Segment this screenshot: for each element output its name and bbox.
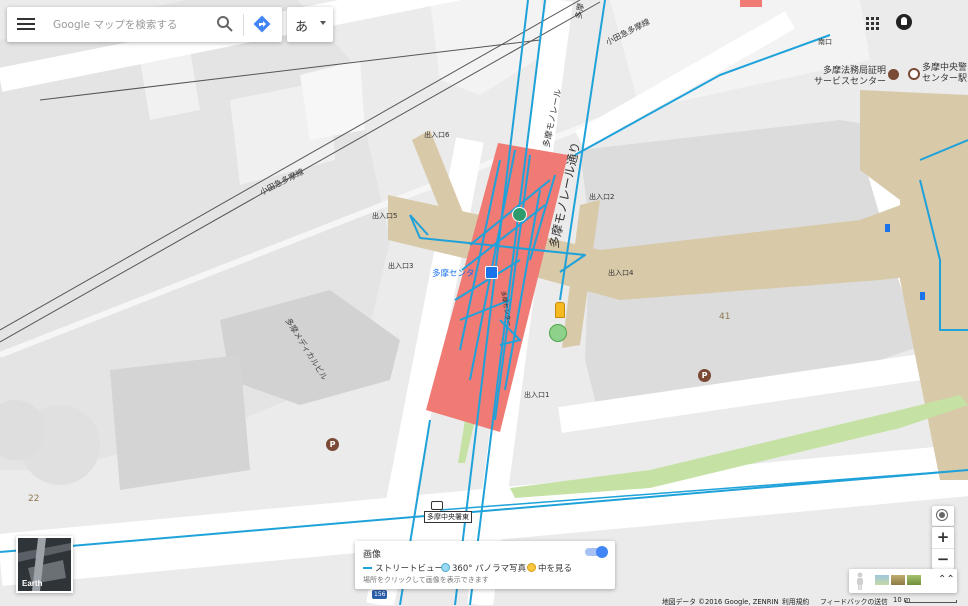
photo-sphere-marker[interactable] [549, 324, 567, 342]
input-language-label: あ [295, 20, 309, 35]
label-exit-6: 出入口6 [424, 131, 450, 139]
menu-icon[interactable] [15, 15, 37, 35]
poi-icon[interactable] [908, 68, 920, 80]
train-station-icon[interactable] [512, 207, 527, 222]
indoor-dot-icon [527, 563, 536, 572]
bus-stop-icon[interactable] [431, 501, 443, 510]
poi-icon[interactable] [888, 69, 899, 80]
street-view-line-icon [363, 567, 372, 569]
input-tools-button[interactable]: あ [287, 7, 333, 42]
pegman-icon[interactable] [855, 572, 865, 590]
imagery-hint: 場所をクリックして画像を表示できます [363, 576, 489, 584]
label-exit-5: 出入口5 [372, 212, 398, 220]
imagery-thumbnail[interactable] [875, 575, 889, 585]
search-divider [243, 14, 244, 36]
imagery-toggle[interactable] [585, 546, 608, 558]
imagery-title: 画像 [363, 550, 382, 560]
zoom-out-button[interactable]: − [932, 548, 954, 569]
scale-bar [905, 600, 957, 603]
label-south-exit: 南口 [818, 38, 832, 46]
earth-toggle[interactable]: Earth [16, 536, 73, 593]
zoom-controls: + − [932, 527, 954, 569]
apps-icon[interactable] [866, 17, 879, 30]
label-exit-1: 出入口1 [524, 391, 550, 399]
road-shield: 156 [372, 590, 388, 599]
label-exit-4: 出入口4 [608, 269, 634, 277]
search-icon[interactable] [216, 15, 234, 33]
search-input[interactable] [51, 13, 210, 37]
zoom-in-button[interactable]: + [932, 527, 954, 547]
imagery-strip: ⌃⌃ [849, 569, 957, 593]
map-canvas[interactable] [0, 0, 968, 605]
account-icon[interactable] [896, 14, 912, 30]
bus-stop-icon[interactable] [920, 292, 925, 300]
bus-stop-icon[interactable] [885, 224, 890, 232]
expand-icon[interactable]: ⌃⌃ [938, 574, 955, 585]
earth-label: Earth [22, 579, 43, 588]
directions-icon[interactable] [253, 15, 271, 33]
bus-stop-label[interactable]: 多摩中央署東 [424, 511, 472, 523]
locate-icon[interactable] [932, 506, 954, 526]
indoor-pegman-icon[interactable] [555, 302, 565, 318]
imagery-panel: 画像 ストリートビュー 360° パノラマ写真 中を見る 場所をクリックして画像… [355, 541, 615, 589]
search-box [7, 7, 282, 42]
label-legal-bureau[interactable]: 多摩法務局証明 サービスセンター [812, 66, 886, 88]
indoor-legend: 中を見る [538, 564, 573, 574]
chevron-down-icon [320, 21, 326, 25]
label-num-41: 41 [719, 312, 731, 322]
photo-360-dot-icon [441, 563, 450, 572]
label-exit-2: 出入口2 [589, 193, 615, 201]
label-num-22: 22 [28, 494, 40, 504]
red-marker [740, 0, 762, 7]
photo-360-legend: 360° パノラマ写真 [452, 564, 527, 574]
imagery-thumbnail[interactable] [907, 575, 921, 585]
map-footer: 地図データ ©2016 Google, ZENRIN 利用規約 フィードバックの… [640, 596, 968, 606]
parking-icon[interactable]: P [326, 438, 339, 451]
label-chuo-station[interactable]: 多摩中央警 センター駅 [922, 63, 967, 85]
parking-icon[interactable]: P [698, 369, 711, 382]
monorail-station-icon[interactable] [485, 266, 498, 279]
street-view-legend: ストリートビュー [375, 564, 444, 574]
imagery-thumbnail[interactable] [891, 575, 905, 585]
label-exit-3: 出入口3 [388, 262, 414, 270]
label-station[interactable]: 多摩センタ [432, 267, 475, 279]
